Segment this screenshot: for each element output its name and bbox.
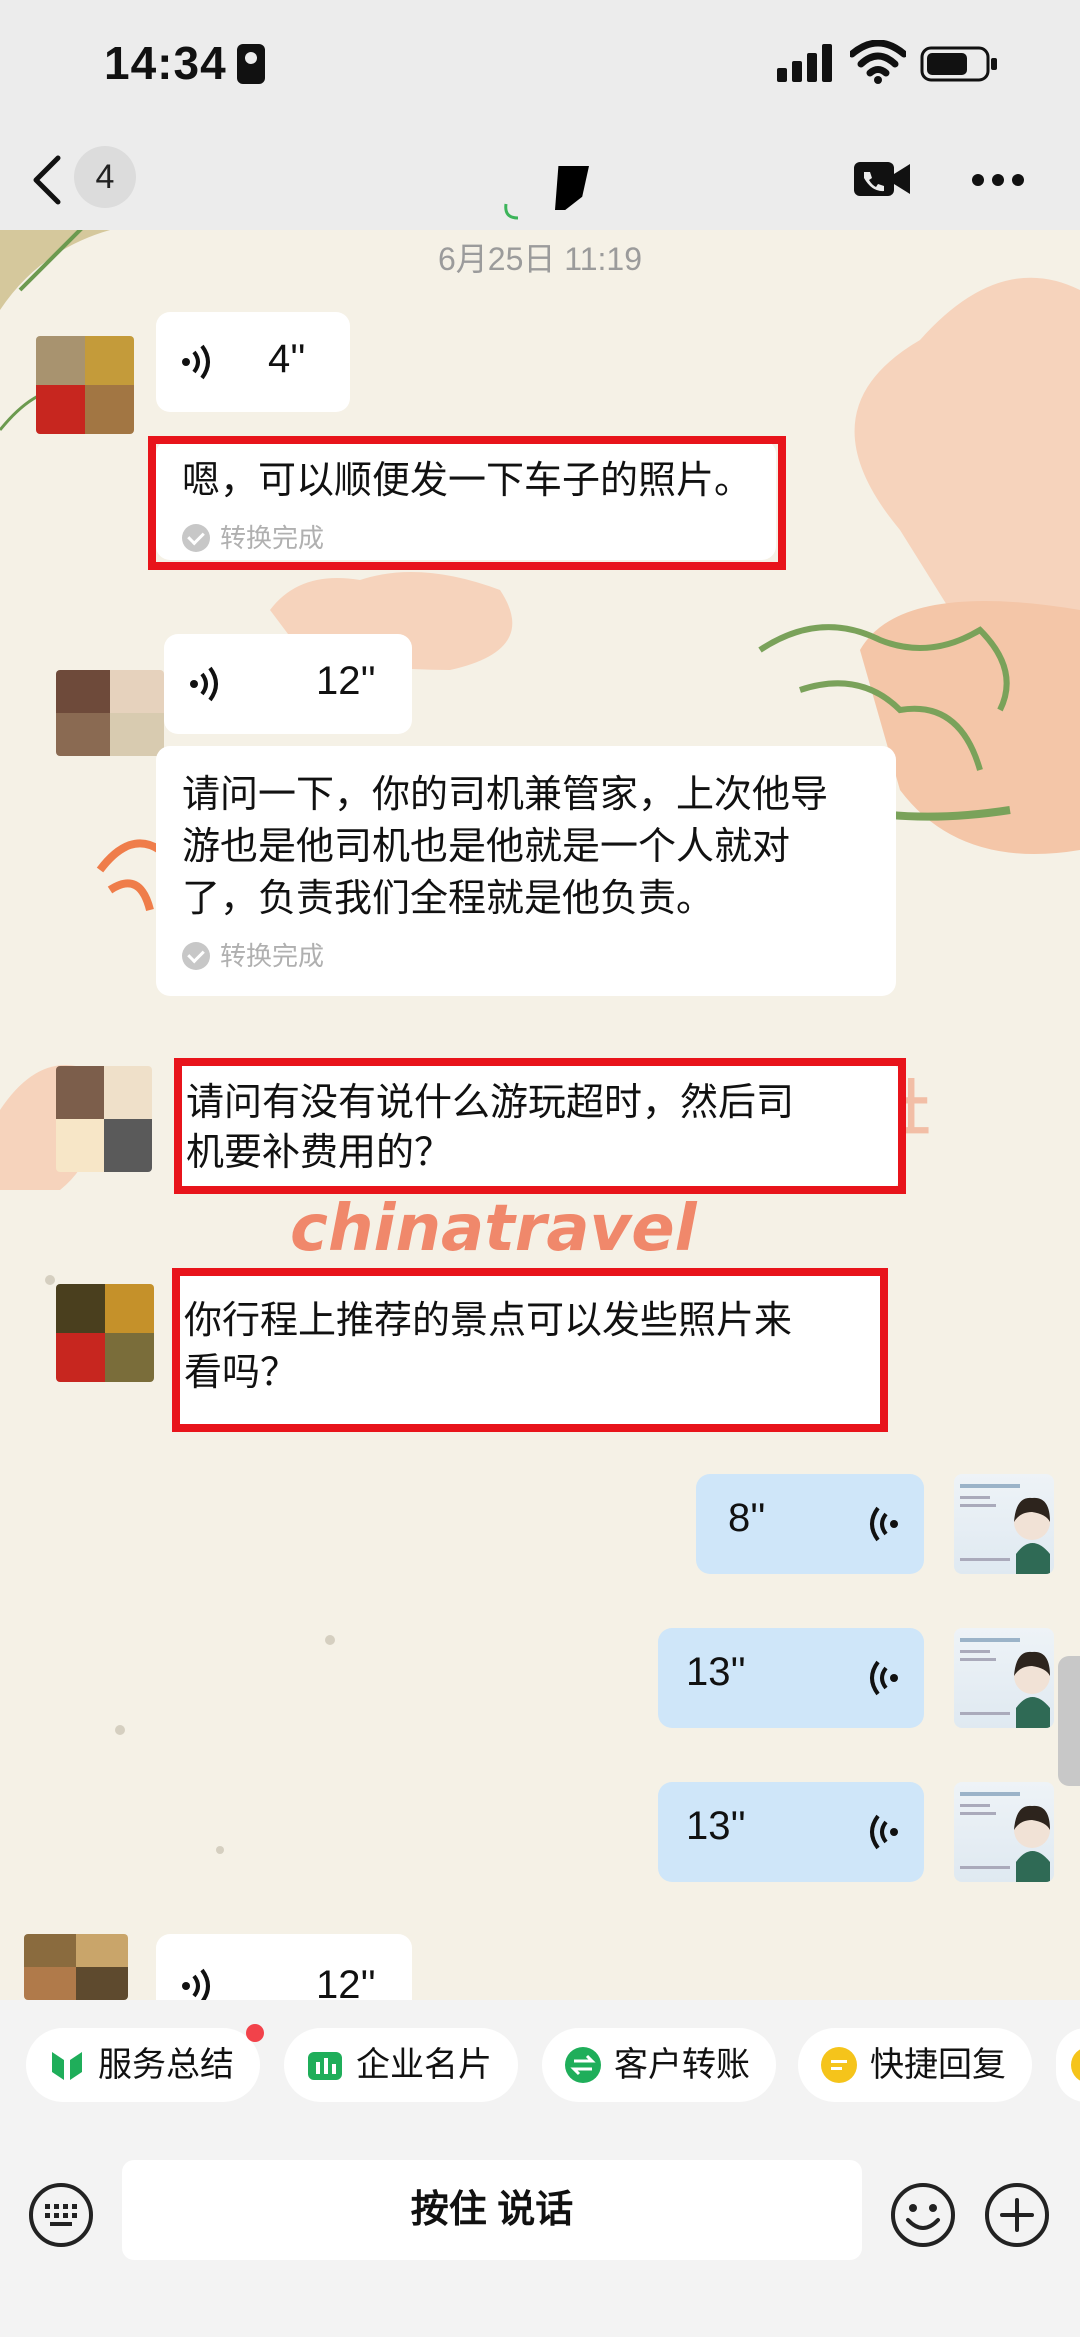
check-circle-icon bbox=[182, 942, 210, 970]
voice-transcript[interactable]: 请问一下，你的司机兼管家，上次他导 游也是他司机也是他就是一个人就对 了，负责我… bbox=[156, 746, 896, 996]
transcript-line: 游也是他司机也是他就是一个人就对 bbox=[182, 826, 791, 868]
voice-wave-icon bbox=[870, 1660, 898, 1696]
input-bar: 按住 说话 bbox=[0, 2130, 1080, 2337]
emoji-icon[interactable] bbox=[890, 2182, 956, 2248]
voice-message[interactable]: 12'' bbox=[156, 1934, 412, 2000]
chip-label: 客户转账 bbox=[614, 2046, 750, 2084]
conversion-status: 转换完成 bbox=[182, 522, 324, 554]
chat-title-redacted bbox=[555, 166, 589, 210]
wifi-icon bbox=[850, 40, 906, 84]
message-line: 看吗？ bbox=[184, 1352, 299, 1394]
sender-avatar[interactable] bbox=[56, 1284, 154, 1382]
quick-actions-bar: 服务总结 企业名片 客户转账 快捷回复 bbox=[0, 2000, 1080, 2130]
message-line: 你行程上推荐的景点可以发些照片来 bbox=[184, 1300, 793, 1342]
watermark: chinatravel bbox=[290, 1192, 698, 1266]
text-message[interactable]: 请问有没有说什么游玩超时，然后司 机要补费用的？ bbox=[176, 1062, 900, 1190]
voice-duration: 12'' bbox=[316, 659, 376, 703]
outgoing-voice-message[interactable]: 13'' bbox=[658, 1782, 924, 1882]
online-status-icon bbox=[504, 203, 519, 220]
voice-duration: 8'' bbox=[728, 1496, 766, 1540]
service-summary-icon bbox=[52, 2052, 82, 2080]
message-line: 机要补费用的？ bbox=[186, 1132, 453, 1174]
message-timestamp: 6月25日 11:19 bbox=[438, 241, 642, 277]
transfer-icon bbox=[565, 2047, 601, 2083]
my-avatar[interactable] bbox=[954, 1628, 1054, 1728]
voice-message[interactable]: 4'' bbox=[156, 312, 350, 412]
quick-action-more[interactable] bbox=[1056, 2028, 1080, 2102]
outgoing-voice-message[interactable]: 8'' bbox=[696, 1474, 924, 1574]
voice-duration: 12'' bbox=[316, 1963, 376, 2000]
chat-header: 4 bbox=[0, 130, 1080, 230]
quick-action-service-summary[interactable]: 服务总结 bbox=[26, 2028, 260, 2102]
more-options-icon[interactable] bbox=[972, 174, 1024, 188]
hold-to-talk-button[interactable]: 按住 说话 bbox=[122, 2160, 862, 2260]
quick-action-business-card[interactable]: 企业名片 bbox=[284, 2028, 518, 2102]
unread-count-badge[interactable]: 4 bbox=[74, 146, 136, 208]
chip-label: 企业名片 bbox=[356, 2046, 492, 2084]
message-line: 请问有没有说什么游玩超时，然后司 bbox=[186, 1082, 795, 1124]
notification-dot bbox=[246, 2024, 264, 2042]
sender-avatar[interactable] bbox=[36, 336, 134, 434]
status-time: 14:34 bbox=[104, 37, 227, 89]
chip-label: 服务总结 bbox=[98, 2046, 234, 2084]
sender-avatar[interactable] bbox=[24, 1934, 128, 2000]
back-arrow-icon[interactable] bbox=[28, 152, 68, 208]
quick-action-quick-reply[interactable]: 快捷回复 bbox=[798, 2028, 1032, 2102]
voice-wave-icon bbox=[182, 1968, 210, 2000]
sender-avatar[interactable] bbox=[56, 1066, 152, 1172]
business-card-icon bbox=[308, 2052, 342, 2080]
my-avatar[interactable] bbox=[954, 1474, 1054, 1574]
plus-icon[interactable] bbox=[984, 2182, 1050, 2248]
sender-avatar[interactable] bbox=[56, 670, 164, 756]
voice-transcript[interactable]: 嗯，可以顺便发一下车子的照片。 转换完成 bbox=[156, 440, 776, 560]
transcript-line: 了，负责我们全程就是他负责。 bbox=[182, 878, 715, 920]
outgoing-voice-message[interactable]: 13'' bbox=[658, 1628, 924, 1728]
voice-wave-icon bbox=[870, 1814, 898, 1850]
conversion-status: 转换完成 bbox=[182, 940, 324, 972]
voice-duration: 4'' bbox=[268, 337, 306, 381]
voice-message[interactable]: 12'' bbox=[164, 634, 412, 734]
check-circle-icon bbox=[182, 524, 210, 552]
my-avatar[interactable] bbox=[954, 1782, 1054, 1882]
quick-reply-icon bbox=[821, 2047, 857, 2083]
voice-duration: 13'' bbox=[686, 1650, 746, 1694]
chip-label: 快捷回复 bbox=[870, 2046, 1006, 2084]
keyboard-icon[interactable] bbox=[28, 2182, 94, 2248]
side-drawer-handle[interactable] bbox=[1058, 1656, 1080, 1786]
voice-duration: 13'' bbox=[686, 1804, 746, 1848]
contact-card-icon bbox=[237, 44, 265, 84]
voice-wave-icon bbox=[190, 666, 218, 702]
more-chip-icon bbox=[1071, 2049, 1080, 2081]
text-message[interactable]: 你行程上推荐的景点可以发些照片来 看吗？ bbox=[174, 1272, 884, 1428]
cellular-signal-icon bbox=[777, 44, 835, 82]
voice-wave-icon bbox=[870, 1506, 898, 1542]
video-call-icon[interactable] bbox=[852, 158, 912, 200]
battery-icon bbox=[920, 46, 997, 82]
quick-action-transfer[interactable]: 客户转账 bbox=[542, 2028, 776, 2102]
status-bar: 14:34 bbox=[0, 0, 1080, 130]
voice-wave-icon bbox=[182, 344, 210, 380]
transcript-text: 嗯，可以顺便发一下车子的照片。 bbox=[182, 460, 753, 502]
transcript-line: 请问一下，你的司机兼管家，上次他导 bbox=[182, 774, 829, 816]
